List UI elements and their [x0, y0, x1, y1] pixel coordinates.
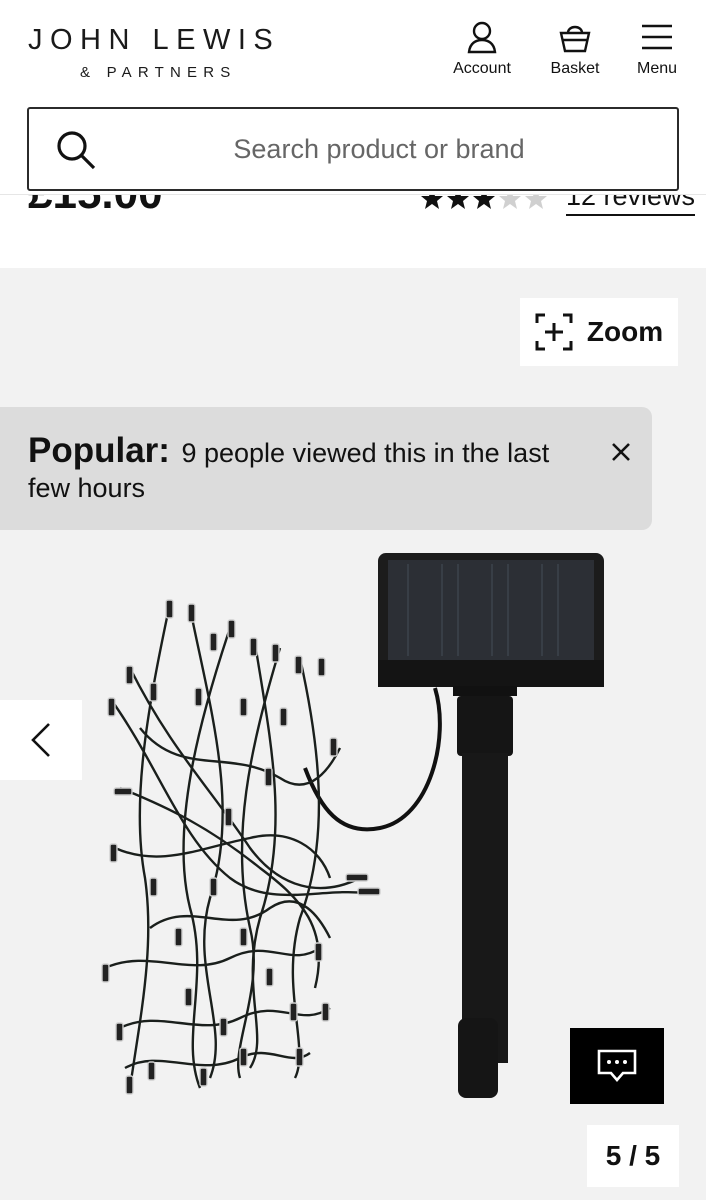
- popular-banner: Popular: 9 people viewed this in the las…: [0, 407, 652, 530]
- search-icon[interactable]: [55, 129, 97, 171]
- popular-title: Popular:: [28, 431, 170, 470]
- brand-logo[interactable]: JOHN LEWIS & PARTNERS: [28, 24, 298, 84]
- chat-icon: [597, 1049, 637, 1082]
- zoom-button[interactable]: Zoom: [520, 298, 678, 366]
- star-filled-icon: [421, 195, 443, 209]
- popular-message: Popular: 9 people viewed this in the las…: [28, 433, 572, 506]
- close-icon: [612, 443, 630, 461]
- menu-label: Menu: [636, 60, 678, 77]
- basket-button[interactable]: Basket: [545, 20, 605, 78]
- search-bar: [27, 107, 679, 191]
- search-input[interactable]: [119, 109, 639, 189]
- basket-icon: [559, 25, 591, 53]
- star-empty-icon: [525, 195, 547, 209]
- star-filled-icon: [473, 195, 495, 209]
- chat-button[interactable]: [570, 1028, 664, 1104]
- account-label: Account: [453, 60, 511, 77]
- chevron-left-icon: [31, 723, 50, 757]
- hamburger-icon: [642, 24, 672, 50]
- product-image: [101, 553, 604, 1098]
- menu-button[interactable]: Menu: [630, 20, 684, 78]
- previous-image-button[interactable]: [0, 700, 82, 780]
- zoom-label: Zoom: [586, 316, 664, 347]
- zoom-icon: [535, 313, 573, 351]
- product-gallery: Zoom Popular: 9 people viewed this in th…: [0, 268, 706, 1200]
- reviews-link[interactable]: 12 reviews: [566, 195, 696, 216]
- close-button[interactable]: [606, 437, 636, 467]
- basket-label: Basket: [550, 60, 600, 77]
- person-icon: [467, 21, 497, 54]
- star-filled-icon: [447, 195, 469, 209]
- logo-sub-text: & PARTNERS: [80, 64, 237, 81]
- account-button[interactable]: Account: [448, 20, 516, 78]
- image-counter: 5 / 5: [587, 1125, 679, 1187]
- star-empty-icon: [499, 195, 521, 209]
- site-header: JOHN LEWIS & PARTNERS Account Basket Men…: [0, 0, 706, 105]
- logo-main-text: JOHN LEWIS: [28, 24, 281, 56]
- product-price: £15.00: [28, 195, 163, 219]
- price-rating-strip: £15.00 12 reviews: [0, 194, 706, 268]
- star-rating: [420, 195, 548, 211]
